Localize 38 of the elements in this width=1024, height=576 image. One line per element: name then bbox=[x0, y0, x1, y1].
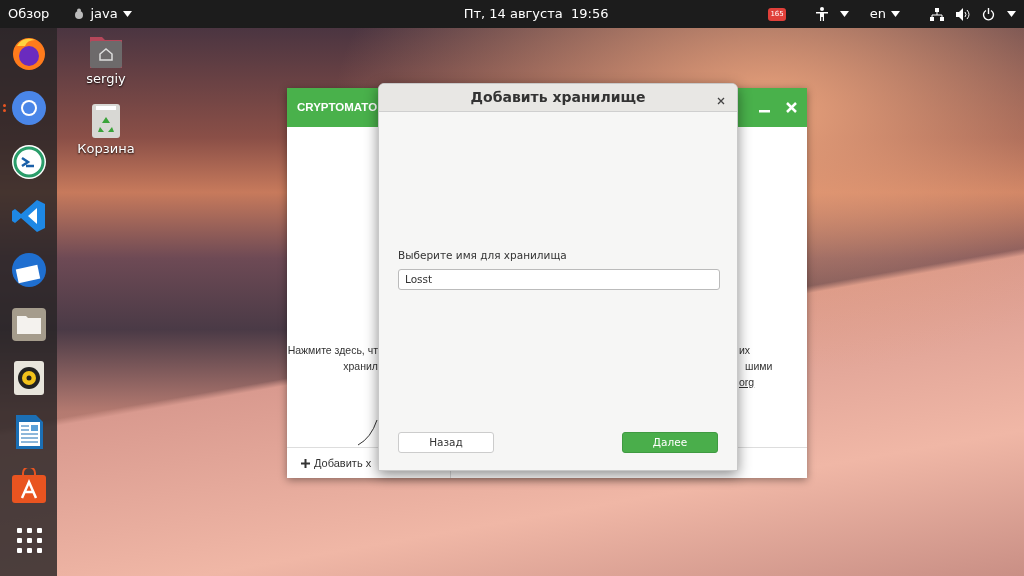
mail-icon[interactable] bbox=[10, 252, 47, 288]
folder-icon[interactable] bbox=[10, 306, 47, 342]
text-line: Нажмите здесь, чт bbox=[287, 343, 378, 358]
text-line: шими bbox=[745, 358, 773, 374]
link[interactable]: org bbox=[739, 374, 755, 391]
close-icon[interactable] bbox=[786, 102, 797, 113]
caret-icon bbox=[891, 11, 900, 17]
app-menu[interactable]: java bbox=[73, 4, 132, 24]
remote-desktop-icon[interactable] bbox=[10, 144, 47, 180]
desktop-icon-label[interactable]: Корзина bbox=[77, 138, 135, 158]
name-input-field[interactable]: Losst bbox=[398, 268, 720, 290]
curved-line bbox=[357, 419, 378, 446]
activities-button[interactable]: Обзор bbox=[8, 4, 50, 24]
text-line: хранил bbox=[343, 358, 378, 374]
keyboard-layout-menu[interactable]: en bbox=[869, 4, 900, 24]
clock-button[interactable]: Пт, 14 августа 19:56 bbox=[463, 4, 609, 24]
back-button[interactable]: Назад bbox=[398, 432, 494, 453]
shopping-bag-icon[interactable] bbox=[10, 468, 47, 504]
close-icon bbox=[717, 96, 725, 105]
system-menu[interactable] bbox=[930, 7, 1016, 21]
plus-icon bbox=[301, 458, 310, 468]
caret-icon bbox=[839, 11, 849, 17]
add-vault-button[interactable]: Добавить х bbox=[287, 448, 372, 478]
globe-icon[interactable] bbox=[10, 36, 47, 72]
volume-icon bbox=[956, 7, 970, 21]
caret-icon bbox=[122, 11, 132, 17]
text-line: их bbox=[739, 343, 751, 358]
code-editor-icon[interactable] bbox=[10, 198, 47, 234]
person-icon bbox=[815, 7, 828, 21]
caret-icon bbox=[1007, 11, 1016, 17]
network-icon bbox=[930, 7, 944, 21]
field-label: Выберите имя для хранилища bbox=[398, 248, 568, 263]
dialog-title: Добавить хранилище bbox=[470, 88, 646, 107]
accessibility-menu[interactable] bbox=[815, 7, 849, 21]
window-title: CRYPTOMATO bbox=[297, 99, 378, 115]
circle-icon[interactable] bbox=[10, 90, 47, 126]
power-icon bbox=[982, 7, 995, 21]
desktop-icon-label[interactable]: sergiy bbox=[86, 69, 126, 89]
